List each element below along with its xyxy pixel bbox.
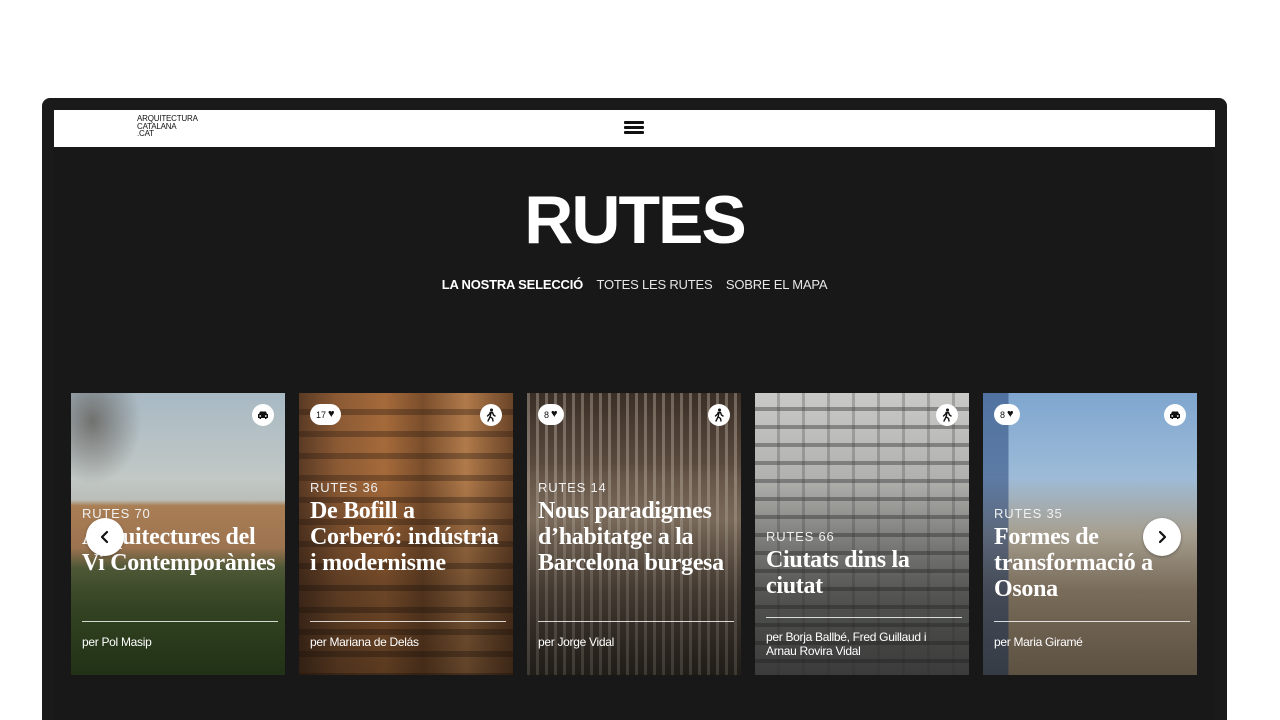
- route-number: RUTES 66: [766, 529, 835, 544]
- route-title: De Bofill a Corberó: indústria i moderni…: [310, 498, 499, 576]
- route-title: Nous paradigmes d’habitatge a la Barcelo…: [538, 498, 724, 576]
- route-title: Ciutats dins la ciutat: [766, 547, 910, 599]
- likes-badge: 8 ♥: [538, 404, 564, 425]
- walking-icon: [936, 404, 958, 426]
- divider: [310, 621, 506, 622]
- screen: ARQUITECTURA CATALANA .CAT RUTES LA NOST…: [54, 110, 1215, 720]
- car-icon: [1164, 404, 1186, 426]
- top-bar: ARQUITECTURA CATALANA .CAT: [54, 110, 1215, 147]
- likes-count: 8: [1000, 409, 1006, 420]
- route-card[interactable]: 8 ♥ RUTES 14 Nous paradigmes d’habitatge…: [527, 393, 741, 675]
- heart-icon: ♥: [328, 408, 335, 420]
- section-tabs: LA NOSTRA SELECCIÓ TOTES LES RUTES SOBRE…: [54, 277, 1215, 292]
- route-carousel: RUTES 70 Arquitectures del Vi Contemporà…: [71, 393, 1201, 675]
- divider: [82, 621, 278, 622]
- likes-badge: 17 ♥: [310, 404, 341, 425]
- route-author: per Mariana de Delás: [310, 635, 419, 649]
- car-icon: [252, 404, 274, 426]
- tab-nostra-seleccio[interactable]: LA NOSTRA SELECCIÓ: [442, 277, 584, 292]
- tab-sobre-el-mapa[interactable]: SOBRE EL MAPA: [726, 277, 828, 292]
- divider: [538, 621, 734, 622]
- hamburger-menu-icon[interactable]: [624, 119, 644, 137]
- walking-icon: [480, 404, 502, 426]
- route-author: per Borja Ballbé, Fred Guillaud i Arnau …: [766, 630, 927, 658]
- likes-count: 17: [316, 409, 327, 420]
- divider: [766, 617, 962, 618]
- divider: [994, 621, 1190, 622]
- likes-count: 8: [544, 409, 550, 420]
- likes-badge: 8 ♥: [994, 404, 1020, 425]
- tab-totes-les-rutes[interactable]: TOTES LES RUTES: [596, 277, 712, 292]
- route-author: per Maria Giramé: [994, 635, 1083, 649]
- page-title: RUTES: [524, 182, 746, 258]
- walking-icon: [708, 404, 730, 426]
- route-number: RUTES 36: [310, 480, 379, 495]
- route-card[interactable]: 17 ♥ RUTES 36 De Bofill a Corberó: indús…: [299, 393, 513, 675]
- site-logo[interactable]: ARQUITECTURA CATALANA .CAT: [137, 115, 227, 138]
- route-author: per Pol Masip: [82, 635, 152, 649]
- heart-icon: ♥: [1007, 408, 1014, 420]
- route-author: per Jorge Vidal: [538, 635, 614, 649]
- chevron-right-icon[interactable]: [1143, 518, 1181, 556]
- heart-icon: ♥: [551, 408, 558, 420]
- logo-line-3: .CAT: [137, 129, 154, 138]
- chevron-left-icon[interactable]: [86, 518, 124, 556]
- route-number: RUTES 14: [538, 480, 607, 495]
- route-card[interactable]: RUTES 66 Ciutats dins la ciutat per Borj…: [755, 393, 969, 675]
